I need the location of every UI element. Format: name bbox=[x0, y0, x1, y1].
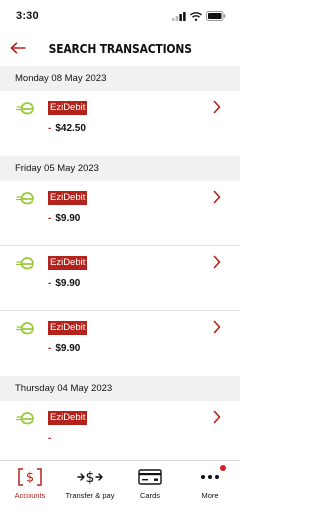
chevron-right-icon bbox=[213, 190, 221, 204]
tab-transfer-pay[interactable]: $ Transfer & pay bbox=[60, 461, 120, 520]
header: SEARCH TRANSACTIONS bbox=[0, 32, 240, 64]
tab-accounts[interactable]: $ Accounts bbox=[0, 461, 60, 520]
transfer-arrows-icon: $ bbox=[77, 467, 103, 487]
transaction-list[interactable]: Monday 08 May 2023 EziDebit - $42.50 Frid… bbox=[0, 66, 240, 460]
signal-icon bbox=[172, 11, 186, 21]
ezidebit-logo bbox=[16, 192, 34, 205]
date-section-header: Monday 08 May 2023 bbox=[0, 66, 240, 91]
transaction-row[interactable]: EziDebit - $9.90 bbox=[0, 311, 240, 376]
transaction-row[interactable]: EziDebit - $42.50 bbox=[0, 91, 240, 156]
status-bar: 3:30 bbox=[0, 0, 240, 32]
date-section-header: Thursday 04 May 2023 bbox=[0, 376, 240, 401]
merchant-name: EziDebit bbox=[48, 191, 88, 205]
bottom-tab-bar: $ Accounts $ Transfer & pay Cards More bbox=[0, 460, 240, 520]
card-icon bbox=[138, 467, 162, 487]
tab-label: Cards bbox=[139, 491, 160, 500]
ezidebit-logo bbox=[16, 412, 34, 425]
transaction-row[interactable]: EziDebit - $9.90 bbox=[0, 181, 240, 246]
chevron-right-icon bbox=[213, 100, 221, 114]
merchant-name: EziDebit bbox=[48, 411, 88, 425]
page-title: SEARCH TRANSACTIONS bbox=[48, 40, 192, 56]
chevron-right-icon bbox=[213, 410, 221, 424]
more-dots-icon bbox=[199, 467, 221, 487]
tab-label: Transfer & pay bbox=[65, 491, 115, 500]
back-arrow-icon[interactable] bbox=[8, 38, 28, 58]
ezidebit-logo bbox=[16, 322, 34, 335]
chevron-right-icon bbox=[213, 255, 221, 269]
tab-label: More bbox=[201, 491, 219, 500]
tab-more[interactable]: More bbox=[180, 461, 240, 520]
status-icons bbox=[172, 11, 226, 21]
battery-icon bbox=[206, 11, 226, 21]
transaction-amount: - bbox=[48, 433, 52, 444]
transaction-amount: - $42.50 bbox=[48, 123, 86, 134]
wifi-icon bbox=[190, 11, 202, 21]
chevron-right-icon bbox=[213, 320, 221, 334]
svg-text:$: $ bbox=[26, 471, 34, 486]
tab-label: Accounts bbox=[14, 491, 46, 500]
status-time: 3:30 bbox=[16, 10, 39, 22]
transaction-row[interactable]: EziDebit - bbox=[0, 401, 240, 460]
accounts-dollar-icon: $ bbox=[18, 467, 42, 487]
merchant-name: EziDebit bbox=[48, 321, 88, 335]
svg-text:$: $ bbox=[86, 470, 95, 486]
notification-badge bbox=[220, 465, 226, 471]
merchant-name: EziDebit bbox=[48, 256, 88, 270]
transaction-row[interactable]: EziDebit - $9.90 bbox=[0, 246, 240, 311]
transaction-amount: - $9.90 bbox=[48, 213, 81, 224]
transaction-amount: - $9.90 bbox=[48, 343, 81, 354]
ezidebit-logo bbox=[16, 102, 34, 115]
tab-cards[interactable]: Cards bbox=[120, 461, 180, 520]
transaction-amount: - $9.90 bbox=[48, 278, 81, 289]
date-section-header: Friday 05 May 2023 bbox=[0, 156, 240, 181]
merchant-name: EziDebit bbox=[48, 101, 88, 115]
ezidebit-logo bbox=[16, 257, 34, 270]
